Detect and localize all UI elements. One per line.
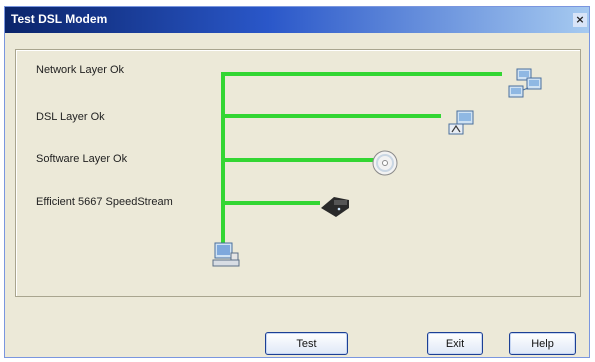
exit-button[interactable]: Exit (427, 332, 483, 355)
help-button[interactable]: Help (509, 332, 576, 355)
connection-tree (212, 68, 542, 267)
window-title: Test DSL Modem (11, 12, 108, 26)
connection-lines (221, 72, 502, 250)
modem-device-icon (321, 197, 349, 217)
local-computer-icon (212, 242, 240, 267)
test-dsl-modem-window: Test DSL Modem × Network Layer Ok DSL La… (4, 6, 590, 358)
test-button[interactable]: Test (265, 332, 348, 355)
software-cd-icon (372, 150, 398, 176)
dsl-connection-icon (448, 110, 474, 135)
layer-status-panel: Network Layer Ok DSL Layer Ok Software L… (15, 49, 581, 297)
close-icon[interactable]: × (573, 13, 587, 27)
network-computers-icon (508, 68, 542, 98)
title-bar: Test DSL Modem × (5, 7, 589, 33)
